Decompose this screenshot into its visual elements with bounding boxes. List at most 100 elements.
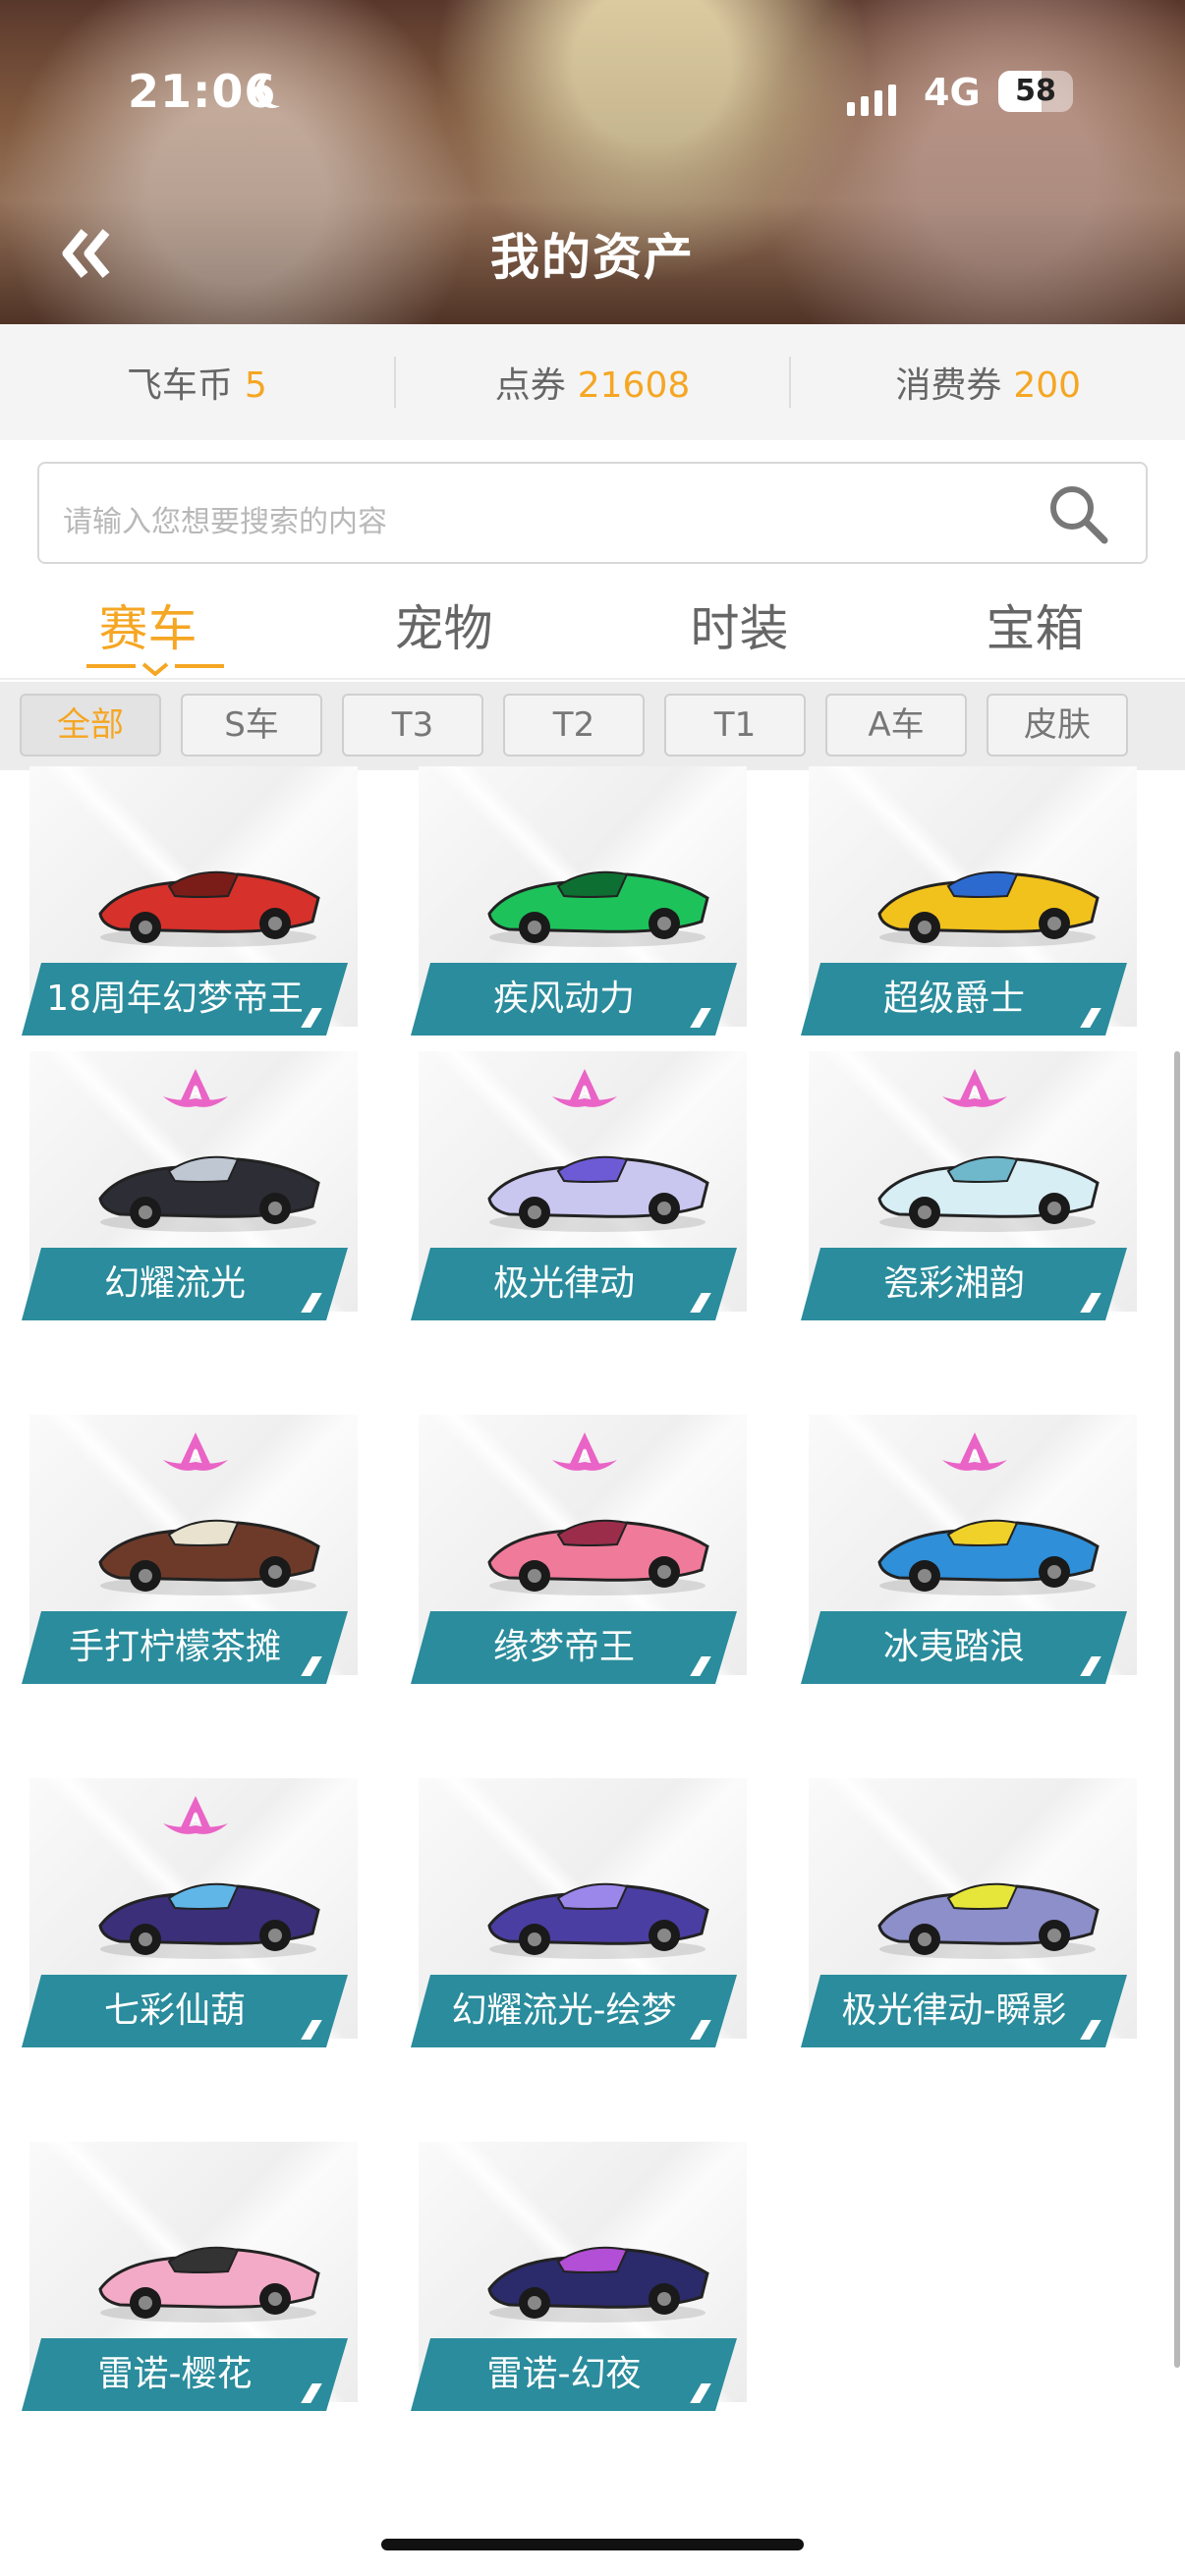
filter-s-car[interactable]: S车 — [181, 694, 322, 756]
car-card[interactable]: 雷诺-幻夜 — [411, 2142, 747, 2402]
car-card[interactable]: A 缘梦帝王 — [411, 1415, 747, 1675]
car-name-label: 18周年幻梦帝王 — [22, 963, 348, 1036]
currency-feichebi: 飞车币 5 — [0, 357, 394, 408]
currency-label: 点券 — [494, 365, 566, 406]
header-banner: 21:06 4G 58 我的资产 — [0, 0, 1185, 324]
page-title: 我的资产 — [490, 229, 695, 286]
car-name-label: 手打柠檬茶摊 — [22, 1611, 348, 1684]
car-card[interactable]: 超级爵士 — [801, 766, 1137, 1027]
car-name: 18周年幻梦帝王 — [46, 979, 304, 1019]
car-card[interactable]: A 瓷彩湘韵 — [801, 1051, 1137, 1312]
label-mark-icon — [1080, 1008, 1101, 1028]
car-image-icon — [98, 1155, 320, 1232]
tab-chests[interactable]: 宝箱 — [887, 584, 1183, 680]
label-mark-icon — [1080, 2020, 1101, 2040]
home-indicator[interactable] — [381, 2539, 804, 2550]
car-image-icon — [487, 2246, 709, 2323]
label-mark-icon — [301, 1293, 322, 1313]
assets-page: 21:06 4G 58 我的资产 飞车币 5 点券 21608 消费券 200 请输入… — [0, 0, 1185, 2576]
car-image-icon — [98, 1519, 320, 1596]
filter-bar: 全部 S车 T3 T2 T1 A车 皮肤 — [0, 682, 1185, 770]
car-name-label: 超级爵士 — [801, 963, 1127, 1036]
car-card[interactable]: 疾风动力 — [411, 766, 747, 1027]
svg-text:A: A — [191, 1812, 201, 1827]
car-name-label: 疾风动力 — [411, 963, 737, 1036]
label-mark-icon — [301, 1656, 322, 1676]
filter-t2[interactable]: T2 — [503, 694, 645, 756]
currency-value: 200 — [1013, 365, 1082, 406]
car-image-icon — [877, 870, 1100, 947]
car-name: 冰夷踏浪 — [882, 1627, 1025, 1667]
battery-level: 58 — [1015, 74, 1056, 108]
svg-text:A: A — [970, 1085, 981, 1100]
svg-text:A: A — [970, 1448, 981, 1464]
car-name-label: 极光律动-瞬影 — [801, 1975, 1127, 2047]
currency-label: 飞车币 — [126, 365, 233, 406]
svg-text:A: A — [191, 1085, 201, 1100]
filter-a-car[interactable]: A车 — [825, 694, 967, 756]
svg-text:A: A — [580, 1085, 591, 1100]
currency-value: 5 — [244, 365, 267, 406]
car-image-icon — [877, 1882, 1100, 1959]
car-name: 七彩仙葫 — [103, 1990, 246, 2031]
car-name-label: 极光律动 — [411, 1248, 737, 1320]
label-mark-icon — [690, 1008, 711, 1028]
search-placeholder: 请输入您想要搜索的内容 — [63, 505, 387, 539]
currency-label: 消费券 — [895, 365, 1002, 406]
filter-t3[interactable]: T3 — [342, 694, 483, 756]
car-name-label: 瓷彩湘韵 — [801, 1248, 1127, 1320]
car-card[interactable]: 18周年幻梦帝王 — [22, 766, 358, 1027]
car-name: 缘梦帝王 — [492, 1627, 635, 1667]
label-mark-icon — [301, 2383, 322, 2403]
car-name-label: 雷诺-幻夜 — [411, 2338, 737, 2411]
label-mark-icon — [690, 1293, 711, 1313]
car-image-icon — [487, 1519, 709, 1596]
car-card[interactable]: 雷诺-樱花 — [22, 2142, 358, 2403]
car-image-icon — [487, 1882, 709, 1959]
car-name: 瓷彩湘韵 — [882, 1263, 1025, 1304]
label-mark-icon — [690, 1656, 711, 1676]
filter-t1[interactable]: T1 — [664, 694, 806, 756]
car-image-icon — [487, 1155, 709, 1232]
car-card[interactable]: A 极光律动 — [411, 1051, 747, 1312]
car-name-label: 缘梦帝王 — [411, 1611, 737, 1684]
car-name: 幻耀流光-绘梦 — [451, 1990, 677, 2031]
currency-bar: 飞车币 5 点券 21608 消费券 200 — [0, 324, 1185, 440]
car-name: 极光律动-瞬影 — [841, 1990, 1067, 2031]
svg-text:A: A — [580, 1448, 591, 1464]
car-card[interactable]: A 手打柠檬茶摊 — [22, 1415, 358, 1675]
currency-dianquan: 点券 21608 — [396, 357, 790, 408]
car-card[interactable]: A 七彩仙葫 — [22, 1778, 358, 2039]
a-class-badge-icon: A — [942, 1069, 1007, 1107]
car-name: 疾风动力 — [492, 979, 635, 1019]
car-card[interactable]: A 冰夷踏浪 — [801, 1415, 1137, 1675]
label-mark-icon — [1080, 1293, 1101, 1313]
tab-pets[interactable]: 宠物 — [296, 584, 592, 680]
filter-all[interactable]: 全部 — [20, 694, 161, 756]
car-image-icon — [98, 870, 320, 947]
a-class-badge-icon: A — [942, 1432, 1007, 1471]
scrollbar[interactable] — [1174, 1051, 1180, 2368]
car-card[interactable]: A 幻耀流光 — [22, 1051, 358, 1312]
tab-divider — [0, 678, 1185, 680]
tab-fashion[interactable]: 时装 — [592, 584, 887, 680]
car-image-icon — [98, 1882, 320, 1959]
car-name-label: 幻耀流光-绘梦 — [411, 1975, 737, 2047]
car-name-label: 幻耀流光 — [22, 1248, 348, 1320]
car-card[interactable]: 极光律动-瞬影 — [801, 1778, 1137, 2039]
car-name: 雷诺-樱花 — [97, 2354, 253, 2394]
search-input[interactable]: 请输入您想要搜索的内容 — [37, 462, 1148, 564]
currency-xiaofeiquan: 消费券 200 — [791, 357, 1185, 408]
a-class-badge-icon: A — [552, 1069, 617, 1107]
search-icon[interactable] — [1045, 481, 1110, 546]
car-name: 雷诺-幻夜 — [486, 2354, 642, 2394]
a-class-badge-icon: A — [552, 1432, 617, 1471]
filter-skins[interactable]: 皮肤 — [987, 694, 1128, 756]
car-image-icon — [877, 1519, 1100, 1596]
car-name: 超级爵士 — [882, 979, 1025, 1019]
network-type: 4G — [924, 71, 981, 114]
tab-indicator — [86, 662, 224, 676]
car-card[interactable]: 幻耀流光-绘梦 — [411, 1778, 747, 2039]
car-name: 手打柠檬茶摊 — [68, 1627, 281, 1667]
status-time: 21:06 — [128, 65, 277, 118]
